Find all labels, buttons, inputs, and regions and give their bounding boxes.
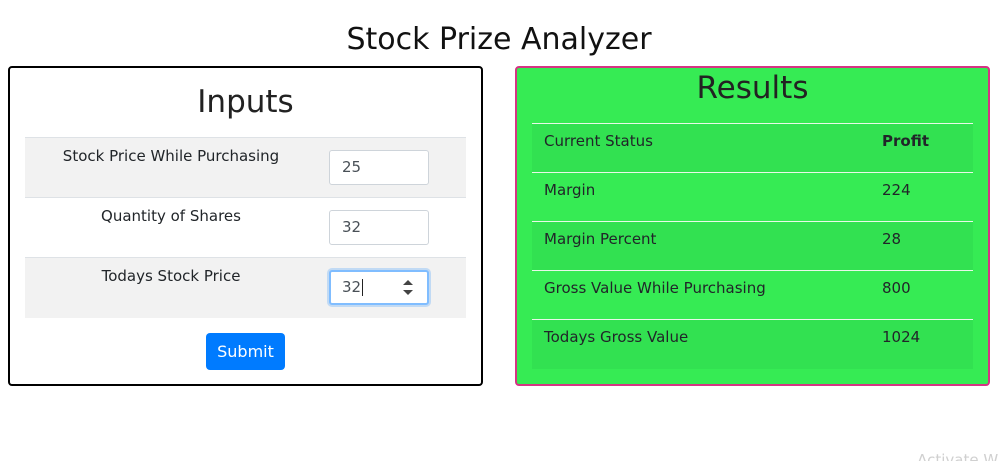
margin-percent-value: 28 [882, 230, 902, 248]
number-spinner[interactable] [403, 279, 413, 297]
results-card: Results Current Status Profit Margin 224… [515, 66, 990, 386]
results-heading: Results [696, 70, 809, 106]
result-label: Gross Value While Purchasing [544, 279, 766, 297]
inputs-card: Inputs Stock Price While Purchasing 25 Q… [8, 66, 483, 386]
inputs-heading: Inputs [197, 84, 294, 120]
todays-price-value: 32 [342, 278, 362, 297]
input-row-purchase-price: Stock Price While Purchasing 25 [25, 137, 466, 198]
spinner-up-icon[interactable] [403, 280, 413, 286]
result-row-status: Current Status Profit [532, 123, 973, 173]
spinner-down-icon[interactable] [403, 290, 413, 296]
result-row-margin: Margin 224 [532, 172, 973, 222]
result-row-gross-today: Todays Gross Value 1024 [532, 319, 973, 369]
input-row-todays-price: Todays Stock Price 32 [25, 257, 466, 318]
gross-today-value: 1024 [882, 328, 921, 346]
inputs-table: Stock Price While Purchasing 25 Quantity… [25, 137, 466, 318]
activation-watermark: Activate Wi [917, 451, 998, 461]
result-label: Todays Gross Value [544, 328, 689, 346]
result-label: Margin [544, 181, 596, 199]
purchase-price-input[interactable]: 25 [329, 150, 429, 185]
page-title: Stock Prize Analyzer [346, 22, 652, 57]
page: Stock Prize Analyzer Inputs Stock Price … [0, 0, 998, 461]
todays-price-input[interactable]: 32 [329, 270, 429, 306]
result-row-gross-purchase: Gross Value While Purchasing 800 [532, 270, 973, 320]
quantity-input[interactable]: 32 [329, 210, 429, 245]
results-table: Current Status Profit Margin 224 Margin … [532, 123, 973, 369]
text-caret [362, 279, 364, 297]
quantity-value: 32 [342, 218, 362, 236]
result-label: Margin Percent [544, 230, 657, 248]
input-row-quantity: Quantity of Shares 32 [25, 197, 466, 258]
todays-price-label: Todays Stock Price [101, 267, 241, 285]
status-value: Profit [882, 132, 929, 150]
margin-value: 224 [882, 181, 911, 199]
result-label: Current Status [544, 132, 653, 150]
purchase-price-label: Stock Price While Purchasing [62, 147, 280, 165]
quantity-label: Quantity of Shares [101, 207, 241, 225]
gross-purchase-value: 800 [882, 279, 911, 297]
submit-button[interactable]: Submit [206, 333, 285, 370]
purchase-price-value: 25 [342, 158, 362, 176]
result-row-margin-percent: Margin Percent 28 [532, 221, 973, 271]
